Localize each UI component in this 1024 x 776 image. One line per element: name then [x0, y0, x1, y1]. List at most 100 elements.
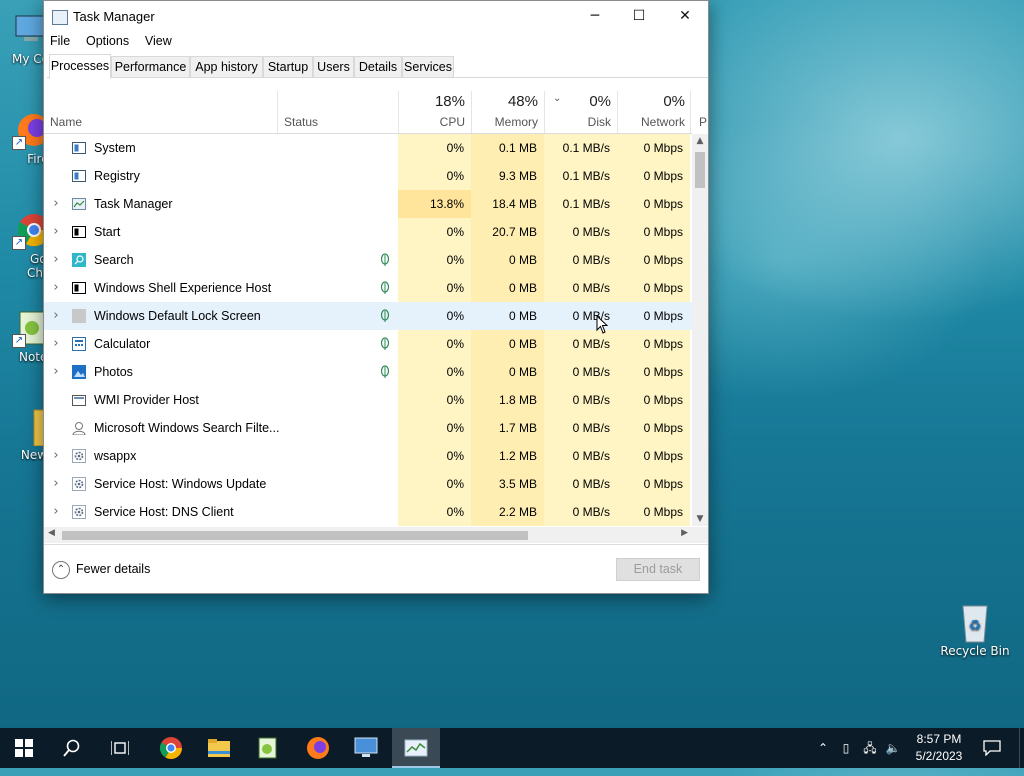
notepad-plus-icon: [258, 737, 277, 759]
taskbar-clock[interactable]: 8:57 PM 5/2/2023: [906, 731, 972, 765]
expand-chevron-icon[interactable]: ›: [50, 246, 62, 274]
vertical-scroll-thumb[interactable]: [695, 152, 705, 188]
table-row[interactable]: › wsappx 0% 1.2 MB 0 MB/s 0 Mbps: [44, 442, 692, 470]
tab-startup[interactable]: Startup: [263, 56, 313, 78]
menu-options[interactable]: Options: [80, 32, 135, 50]
expand-chevron-icon[interactable]: ›: [50, 190, 62, 218]
cpu-cell: 0%: [398, 218, 471, 246]
table-row[interactable]: › Windows Shell Experience Host 0% 0 MB 0 MB…: [44, 274, 692, 302]
expand-chevron-icon[interactable]: ›: [50, 218, 62, 246]
taskbar-remote-desktop[interactable]: [342, 728, 390, 768]
expand-chevron-icon[interactable]: ›: [50, 274, 62, 302]
memory-cell: 1.7 MB: [471, 414, 544, 442]
taskbar-task-manager[interactable]: [392, 728, 440, 768]
tab-processes[interactable]: Processes: [49, 54, 111, 79]
expand-chevron-icon[interactable]: ›: [50, 302, 62, 330]
memory-cell: 0 MB: [471, 246, 544, 274]
table-row[interactable]: System 0% 0.1 MB 0.1 MB/s 0 Mbps: [44, 134, 692, 162]
memory-cell: 2.2 MB: [471, 498, 544, 526]
tab-app-history[interactable]: App history: [190, 56, 263, 78]
cpu-cell: 0%: [398, 414, 471, 442]
menu-view[interactable]: View: [139, 32, 178, 50]
horizontal-scrollbar[interactable]: ◀ ▶: [44, 527, 692, 543]
start-button[interactable]: [0, 728, 48, 768]
column-header-cpu[interactable]: 18% CPU: [398, 91, 471, 133]
taskbar-chrome[interactable]: [147, 728, 195, 768]
process-name: Service Host: Windows Update: [94, 477, 267, 491]
tab-users[interactable]: Users: [313, 56, 354, 78]
expand-chevron-icon[interactable]: ›: [50, 470, 62, 498]
taskbar-firefox[interactable]: [294, 728, 342, 768]
notifications-icon[interactable]: [980, 728, 1004, 768]
column-header-power-clipped[interactable]: P: [690, 91, 707, 133]
column-header-network[interactable]: 0% Network: [617, 91, 691, 133]
task-view-button[interactable]: [96, 728, 144, 768]
memory-cell: 9.3 MB: [471, 162, 544, 190]
table-row[interactable]: › Windows Default Lock Screen 0% 0 MB 0 MB/s…: [44, 302, 692, 330]
tab-performance[interactable]: Performance: [111, 56, 190, 78]
scroll-up-icon[interactable]: ▲: [692, 136, 708, 146]
column-header-memory[interactable]: 48% Memory: [471, 91, 544, 133]
shortcut-arrow-icon: ↗: [12, 334, 26, 348]
tab-strip: Processes Performance App history Startu…: [47, 54, 708, 79]
table-row[interactable]: › Search 0% 0 MB 0 MB/s 0 Mbps: [44, 246, 692, 274]
memory-cell: 1.8 MB: [471, 386, 544, 414]
expand-chevron-icon[interactable]: [50, 386, 62, 414]
battery-icon[interactable]: ▯: [838, 728, 854, 768]
scroll-down-icon[interactable]: ▼: [692, 514, 708, 524]
scrollbar-corner: [692, 527, 708, 543]
expand-chevron-icon[interactable]: [50, 414, 62, 442]
table-row[interactable]: Microsoft Windows Search Filte... 0% 1.7 M…: [44, 414, 692, 442]
expand-chevron-icon[interactable]: ›: [50, 358, 62, 386]
table-row[interactable]: Registry 0% 9.3 MB 0.1 MB/s 0 Mbps: [44, 162, 692, 190]
scroll-right-icon[interactable]: ▶: [681, 528, 688, 538]
memory-cell: 0 MB: [508, 309, 537, 323]
network-cell: 0 Mbps: [617, 162, 690, 190]
fewer-details-button[interactable]: ⌃ Fewer details: [52, 559, 150, 579]
tab-details[interactable]: Details: [354, 56, 402, 78]
process-name: WMI Provider Host: [94, 393, 199, 407]
cpu-cell: 0%: [398, 134, 471, 162]
taskbar-search-button[interactable]: [48, 728, 96, 768]
table-row[interactable]: › Service Host: Windows Update 0% 3.5 MB 0 M…: [44, 470, 692, 498]
column-header-status[interactable]: Status: [277, 91, 398, 133]
table-row[interactable]: › Task Manager 13.8% 18.4 MB 0.1 MB/s 0 Mbps: [44, 190, 692, 218]
close-button[interactable]: ✕: [662, 1, 708, 32]
maximize-button[interactable]: ☐: [616, 1, 662, 32]
taskbar-file-explorer[interactable]: [195, 728, 243, 768]
column-header-name[interactable]: Name: [44, 91, 277, 133]
expand-chevron-icon[interactable]: [50, 134, 62, 162]
scroll-left-icon[interactable]: ◀: [48, 528, 55, 538]
expand-chevron-icon[interactable]: ›: [50, 330, 62, 358]
table-row[interactable]: WMI Provider Host 0% 1.8 MB 0 MB/s 0 Mbps: [44, 386, 692, 414]
expand-chevron-icon[interactable]: [50, 162, 62, 190]
menu-file[interactable]: File: [44, 32, 76, 50]
expand-chevron-icon[interactable]: ›: [50, 442, 62, 470]
disk-cell: 0.1 MB/s: [544, 190, 617, 218]
windows-default-lock-screen-icon: [72, 309, 86, 323]
network-icon[interactable]: 🖧: [860, 728, 880, 768]
volume-icon[interactable]: 🔈: [884, 728, 902, 768]
table-row[interactable]: › Start 0% 20.7 MB 0 MB/s 0 Mbps: [44, 218, 692, 246]
column-header-disk[interactable]: ⌄ 0% Disk: [544, 91, 617, 133]
expand-chevron-icon[interactable]: ›: [50, 498, 62, 526]
cpu-cell: 0%: [398, 498, 471, 526]
table-row[interactable]: › Service Host: DNS Client 0% 2.2 MB 0 MB/s 0…: [44, 498, 692, 526]
taskbar-notepad-plus[interactable]: [243, 728, 291, 768]
clock-time: 8:57 PM: [916, 732, 962, 746]
firefox-icon: [307, 737, 329, 759]
title-bar[interactable]: Task Manager ─ ☐ ✕: [44, 1, 708, 32]
end-task-button[interactable]: End task: [616, 558, 700, 581]
minimize-button[interactable]: ─: [572, 1, 618, 32]
desktop-icon-recycle-bin[interactable]: ♻ Recycle Bin: [938, 602, 1012, 658]
table-row[interactable]: › Photos 0% 0 MB 0 MB/s 0 Mbps: [44, 358, 692, 386]
column-label-status: Status: [284, 115, 319, 129]
horizontal-scroll-thumb[interactable]: [62, 531, 528, 540]
footer: ⌃ Fewer details End task: [44, 544, 708, 594]
vertical-scrollbar[interactable]: ▲ ▼: [692, 134, 708, 526]
show-hidden-icons-chevron-up-icon[interactable]: ⌃: [814, 728, 832, 768]
file-explorer-icon: [208, 739, 230, 757]
show-desktop-button[interactable]: [1019, 728, 1024, 768]
tab-services[interactable]: Services: [402, 56, 454, 78]
table-row[interactable]: › Calculator 0% 0 MB 0 MB/s 0 Mbps: [44, 330, 692, 358]
